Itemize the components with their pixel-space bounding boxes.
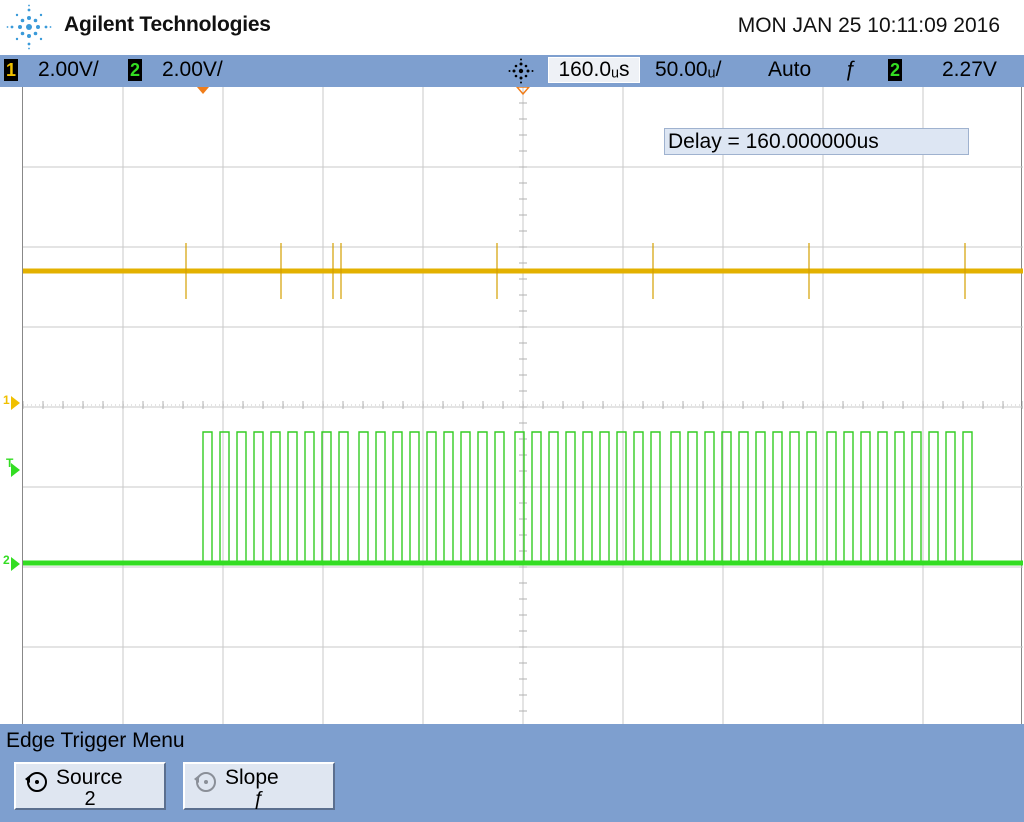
softkey-menu: Edge Trigger Menu Source 2 Slope ƒ <box>0 724 1024 822</box>
agilent-spark-logo-icon <box>6 4 52 50</box>
slope-value: ƒ <box>253 788 265 810</box>
trigger-source-indicator[interactable]: 2 <box>888 59 902 81</box>
trigger-level[interactable]: 2.27V <box>942 58 997 82</box>
date-time: MON JAN 25 10:11:09 2016 <box>737 14 1000 37</box>
source-softkey[interactable]: Source 2 <box>14 762 166 810</box>
trigger-slope-icon: ƒ <box>845 58 857 81</box>
ch1-indicator[interactable]: 1 <box>4 59 18 81</box>
acquisition-run-icon <box>508 58 534 84</box>
delay-readout: Delay = 160.000000us <box>664 128 969 155</box>
slope-softkey[interactable]: Slope ƒ <box>183 762 335 810</box>
waveform-display[interactable] <box>22 87 1023 724</box>
ch1-scale[interactable]: 2.00V/ <box>38 58 99 82</box>
source-value: 2 <box>84 788 96 810</box>
ch2-scale[interactable]: 2.00V/ <box>162 58 223 82</box>
ch2-ground-marker[interactable]: 2 <box>3 553 10 567</box>
ch1-offset-marker <box>197 87 209 94</box>
source-label: Source <box>56 766 123 789</box>
ch2-ground-arrow-icon <box>11 557 20 571</box>
ch1-ground-marker[interactable]: 1 <box>3 393 10 407</box>
status-bar: 1 2.00V/ 2 2.00V/ 160.0ᵤs 50.00ᵤ/ Auto ƒ… <box>0 55 1024 87</box>
trigger-mode[interactable]: Auto <box>768 58 811 82</box>
timebase-scale[interactable]: 50.00ᵤ/ <box>655 58 721 82</box>
ch1-ground-arrow-icon <box>11 396 20 410</box>
trigger-level-arrow-icon <box>11 463 20 477</box>
header: Agilent Technologies MON JAN 25 10:11:09… <box>0 0 1024 55</box>
slope-label: Slope <box>225 766 279 789</box>
ch2-indicator[interactable]: 2 <box>128 59 142 81</box>
menu-title: Edge Trigger Menu <box>6 729 185 752</box>
horizontal-delay-value[interactable]: 160.0ᵤs <box>548 57 640 83</box>
brand-name: Agilent Technologies <box>64 13 271 36</box>
graticule-grid <box>23 87 1023 724</box>
